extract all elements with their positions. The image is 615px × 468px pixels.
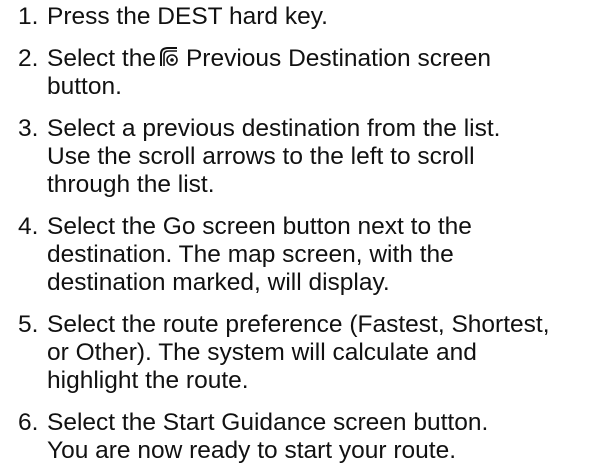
step-line-start: Select the [47, 45, 156, 72]
step-line: through the list. [47, 171, 215, 198]
step-line: Press the DEST hard key. [47, 3, 328, 30]
step-line: Select the Go screen button next to the [47, 213, 472, 240]
step-line: highlight the route. [47, 367, 249, 394]
step-line: destination. The map screen, with the [47, 241, 454, 268]
step-line: You are now ready to start your route. [47, 437, 457, 464]
step-text: Select the Go screen button next to the … [47, 213, 615, 297]
step-text: Select the route preference (Fastest, Sh… [47, 311, 615, 395]
step-number: 3. [18, 115, 39, 142]
step-line: Select the Previous Destination screen [47, 45, 615, 73]
step-line: button. [47, 73, 122, 100]
step-number: 1. [18, 3, 39, 30]
step-text: Select a previous destination from the l… [47, 115, 615, 199]
step-number: 6. [18, 409, 39, 436]
step-text: Select the Start Guidance screen button.… [47, 409, 615, 465]
step-line: destination marked, will display. [47, 269, 390, 296]
step-number: 4. [18, 213, 39, 240]
previous-destination-icon [159, 47, 178, 66]
step-number: 2. [18, 45, 39, 72]
step-line: Select the route preference (Fastest, Sh… [47, 311, 550, 338]
step-line-end: Previous Destination screen [185, 45, 492, 72]
step-line: Use the scroll arrows to the left to scr… [47, 143, 475, 170]
step-line: or Other). The system will calculate and [47, 339, 477, 366]
step-text: Select the Previous Destination screen b… [47, 45, 615, 101]
step-line: Select the Start Guidance screen button. [47, 409, 489, 436]
step-text: Press the DEST hard key. [47, 3, 615, 31]
step-number: 5. [18, 311, 39, 338]
step-line: Select a previous destination from the l… [47, 115, 501, 142]
